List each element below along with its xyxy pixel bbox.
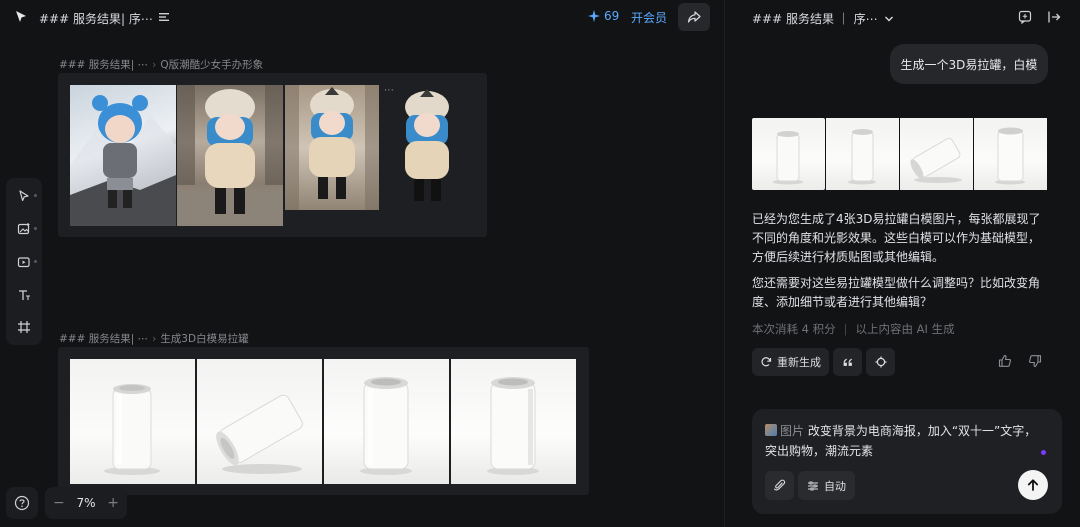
quote-button[interactable]	[833, 348, 862, 376]
share-icon	[687, 11, 701, 23]
vip-link[interactable]: 开会员	[631, 9, 667, 26]
send-button[interactable]	[1018, 470, 1048, 500]
share-button[interactable]	[678, 3, 710, 31]
thumbs-down-icon[interactable]	[1028, 354, 1042, 368]
chevron-down-icon	[884, 16, 893, 21]
text-icon	[19, 290, 30, 300]
video-tool-button[interactable]	[15, 253, 33, 271]
credits-counter[interactable]: 69	[588, 9, 619, 23]
quote-icon	[843, 358, 852, 366]
refresh-icon	[761, 357, 772, 367]
figure-image-4[interactable]	[381, 85, 473, 210]
reply-meta: 本次消耗 4 积分 | 以上内容由 AI 生成	[752, 322, 955, 336]
paperclip-icon	[774, 479, 786, 491]
caret-dot	[34, 194, 37, 197]
figure-image-2[interactable]	[177, 85, 283, 226]
group-label-figures[interactable]: ### 服务结果| ⋯ › Q版潮酷少女手办形象	[59, 57, 263, 72]
new-chat-icon[interactable]	[1018, 10, 1032, 24]
text-tool-button[interactable]	[15, 286, 33, 304]
image-tool-button[interactable]	[15, 220, 33, 238]
caret-dot	[34, 260, 37, 263]
chat-title-dropdown[interactable]: ### 服务结果 ｜ 序⋯	[752, 10, 894, 27]
ai-disclaimer: 以上内容由 AI 生成	[855, 322, 955, 336]
pointer-icon	[19, 190, 29, 202]
auto-mode-button[interactable]: 自动	[798, 471, 855, 500]
menu-icon[interactable]	[158, 11, 170, 23]
tool-rail	[6, 178, 42, 345]
assistant-reply-paragraph-2: 您还需要对这些易拉罐模型做什么调整吗？比如改变角度、添加细节或者进行其他编辑？	[752, 276, 1041, 309]
zoom-control: − 7% +	[45, 487, 127, 519]
logo-icon[interactable]	[14, 10, 28, 24]
credit-cost-text: 本次消耗 4 积分	[752, 322, 836, 336]
can-image-4[interactable]	[451, 359, 576, 484]
composer-input[interactable]: 图片 改变背景为电商海报，加入“双十一”文字，突出购物，潮流元素	[765, 421, 1045, 461]
result-thumb-4[interactable]	[974, 118, 1047, 190]
result-thumb-1[interactable]	[752, 118, 825, 190]
assistant-reply-paragraph-1: 已经为您生成了4张3D易拉罐白模图片，每张都展现了不同的角度和光影效果。这些白模…	[752, 212, 1041, 264]
select-tool-button[interactable]	[15, 187, 33, 205]
video-add-icon	[17, 257, 30, 268]
credits-value: 69	[604, 9, 620, 23]
zoom-in-button[interactable]: +	[107, 495, 119, 511]
collapse-panel-icon[interactable]	[1047, 10, 1061, 24]
figure-image-3[interactable]	[285, 85, 379, 210]
composer-text: 改变背景为电商海报，加入“双十一”文字，突出购物，潮流元素	[765, 424, 1037, 458]
locate-button[interactable]	[866, 348, 895, 376]
more-overflow-icon[interactable]: ⋯	[384, 85, 394, 96]
can-image-1[interactable]	[70, 359, 195, 484]
can-image-2[interactable]	[197, 359, 322, 484]
message-composer[interactable]: 图片 改变背景为电商海报，加入“双十一”文字，突出购物，潮流元素 自动	[752, 409, 1062, 514]
user-message-bubble: 生成一个3D易拉罐，白模	[890, 44, 1048, 84]
result-thumb-3[interactable]	[900, 118, 973, 190]
document-title[interactable]: ### 服务结果| 序⋯	[39, 10, 153, 27]
typing-indicator-dot	[1041, 450, 1046, 455]
sliders-icon	[808, 481, 818, 490]
frame-tool-button[interactable]	[15, 318, 33, 336]
zoom-out-button[interactable]: −	[53, 495, 65, 511]
panel-divider	[724, 0, 725, 527]
sparkle-icon	[588, 10, 600, 22]
thumbs-up-icon[interactable]	[998, 354, 1012, 368]
caret-dot	[34, 227, 37, 230]
image-add-icon	[17, 223, 30, 235]
image-tag-thumbnail	[765, 424, 777, 436]
image-group-figures[interactable]: ⋯	[58, 73, 487, 237]
crosshair-icon	[875, 356, 886, 368]
can-image-3[interactable]	[324, 359, 449, 484]
result-thumb-2[interactable]	[826, 118, 899, 190]
figure-image-1[interactable]	[70, 85, 176, 226]
frame-icon	[18, 321, 30, 333]
regenerate-button[interactable]: 重新生成	[752, 348, 829, 376]
attach-button[interactable]	[765, 471, 794, 500]
arrow-up-icon	[1027, 479, 1039, 491]
zoom-level[interactable]: 7%	[76, 496, 95, 510]
group-label-cans[interactable]: ### 服务结果| ⋯ › 生成3D白模易拉罐	[59, 331, 249, 346]
help-icon	[14, 495, 30, 511]
image-tag-label: 图片	[780, 424, 805, 438]
chat-title: ### 服务结果 ｜ 序⋯	[752, 12, 878, 26]
help-button[interactable]	[6, 487, 38, 519]
image-group-cans[interactable]	[58, 347, 589, 495]
